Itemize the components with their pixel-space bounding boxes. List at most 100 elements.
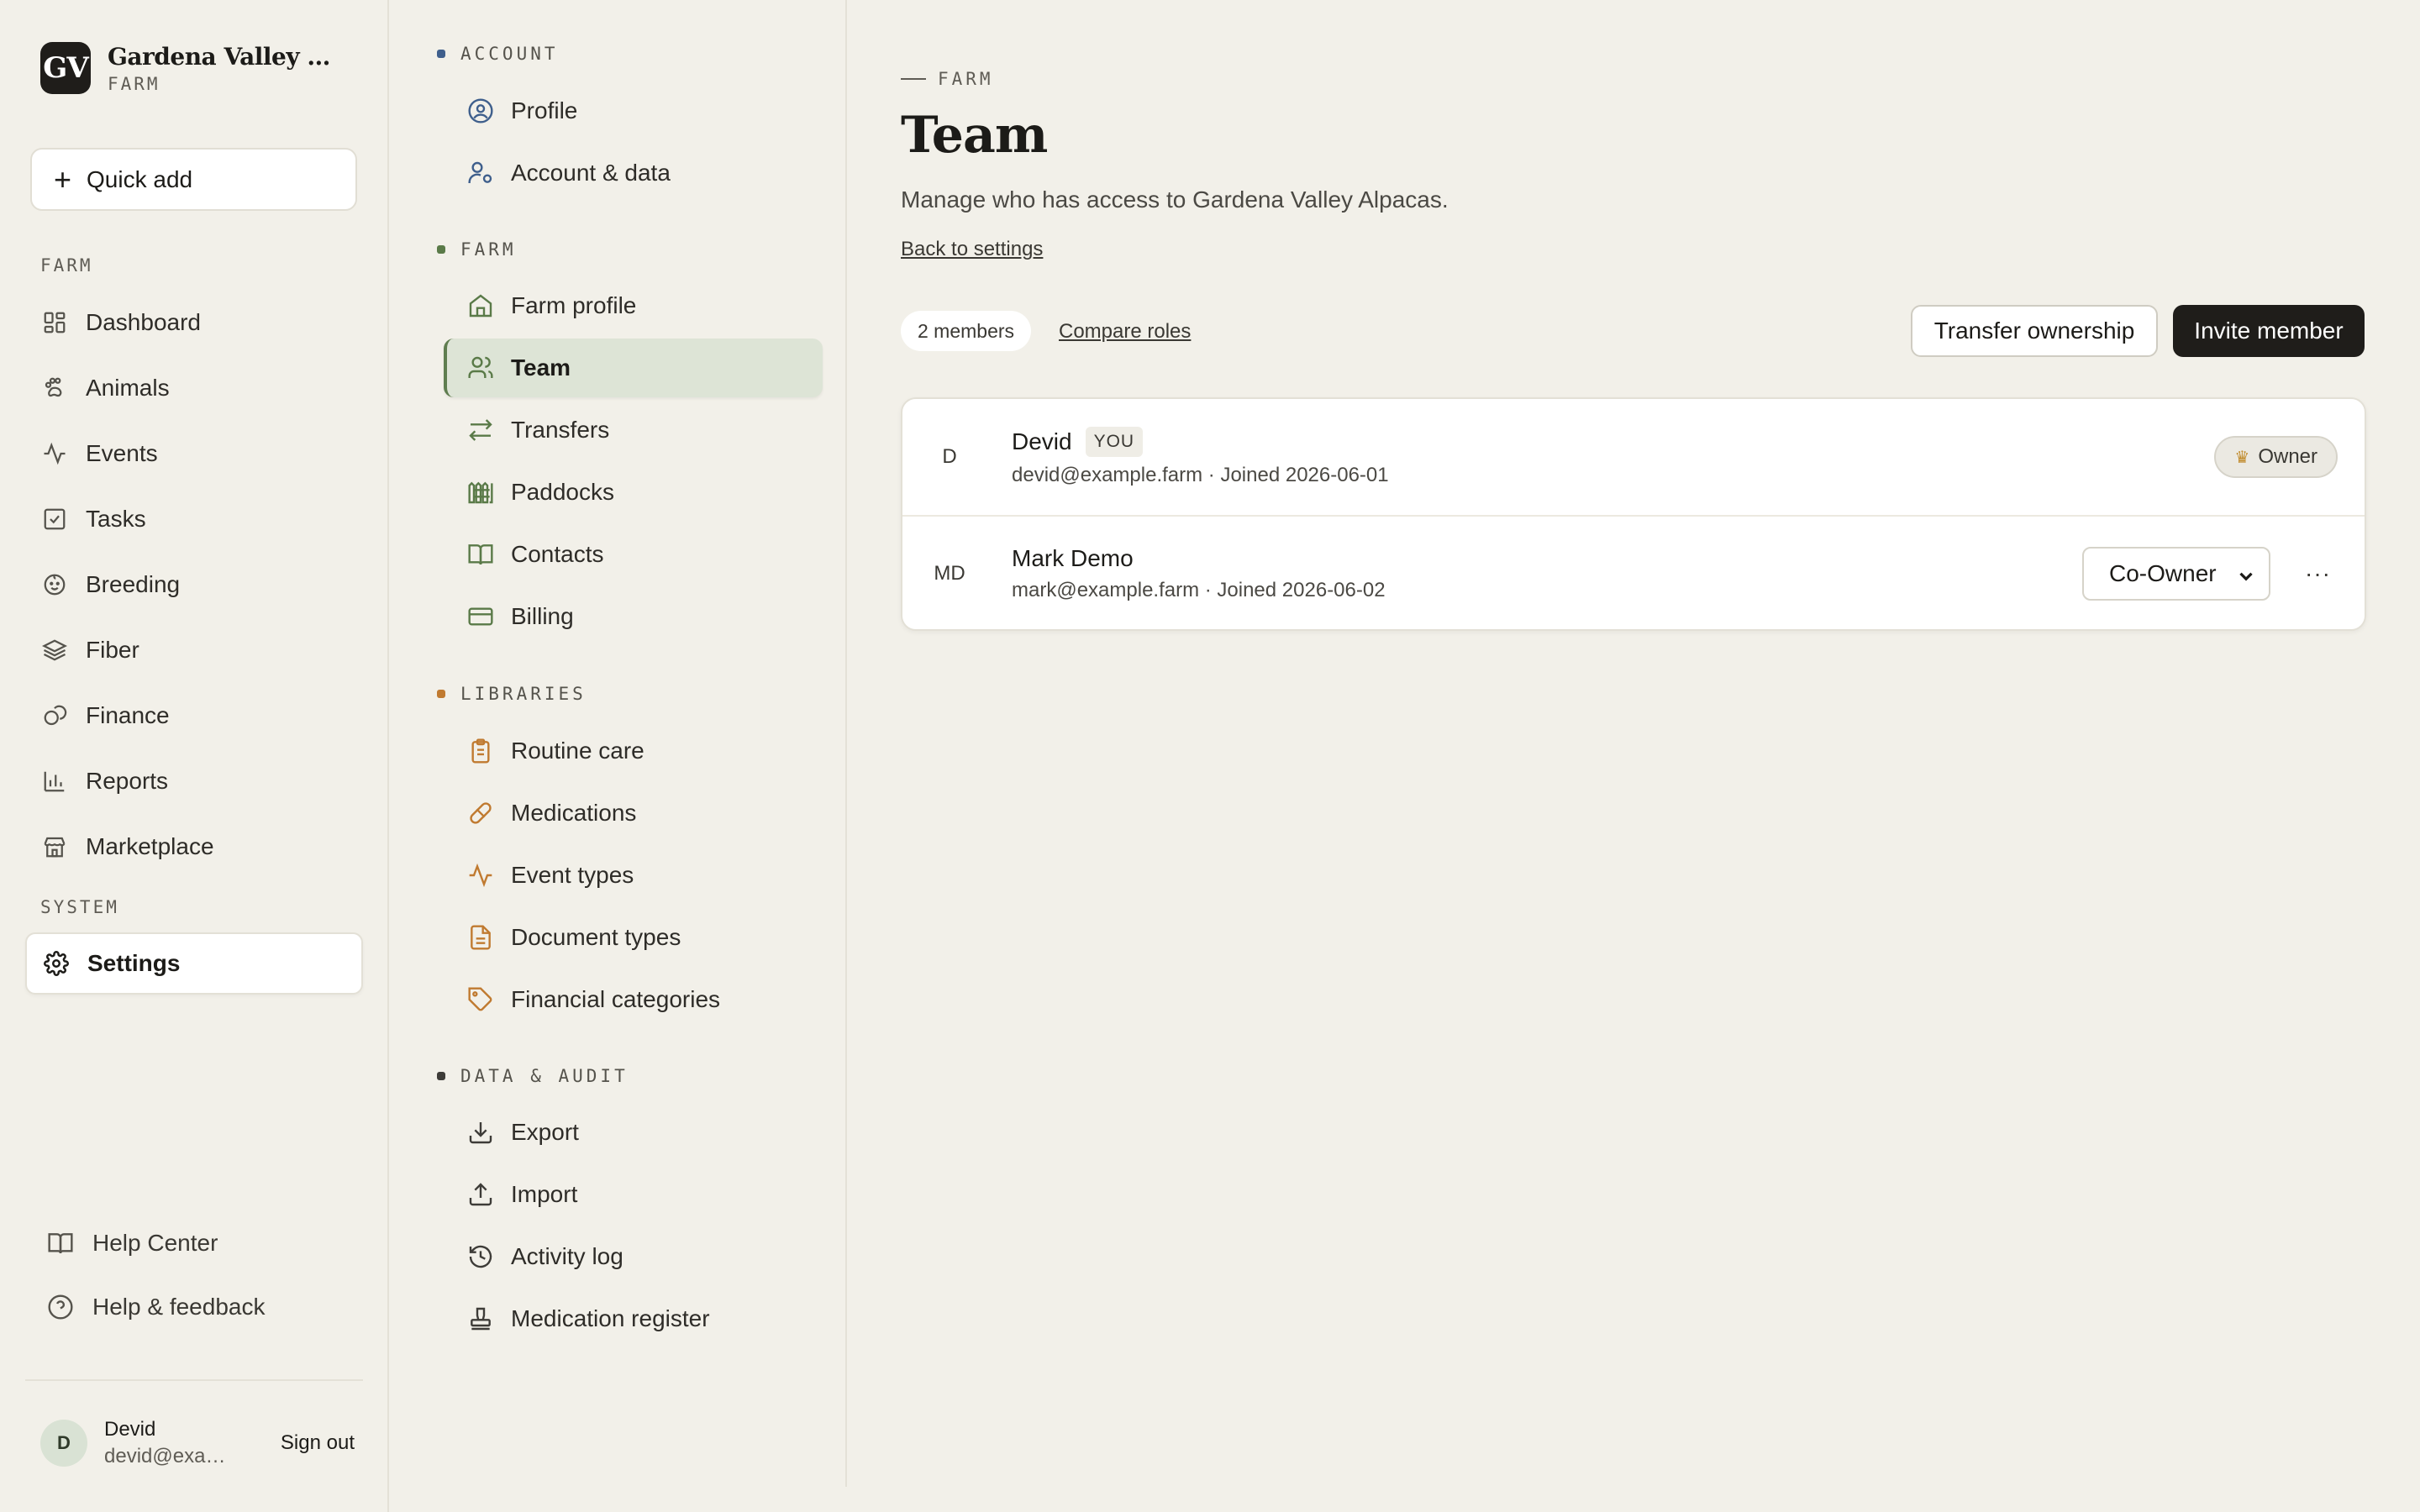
subnav-transfers[interactable]: Transfers [444,401,823,459]
members-list: D Devid YOU devid@example.farm · Joined … [901,397,2366,631]
subnav-farm-profile-label: Farm profile [511,292,637,318]
subnav-contacts-label: Contacts [511,541,604,567]
history-icon [469,1245,492,1268]
farm-logo: GV [40,42,91,94]
quick-add-label: Quick add [87,165,193,192]
subnav-account-data[interactable]: Account & data [444,144,823,202]
member-name: Devid [1012,428,1072,454]
pill-icon [470,802,492,824]
nav-fiber[interactable]: Fiber [25,622,363,679]
nav-marketplace-label: Marketplace [86,833,214,859]
member-meta: mark@example.farm · Joined 2026-06-02 [1012,579,1386,601]
chevron-down-icon [2239,572,2253,581]
nav-animals[interactable]: Animals [25,360,363,417]
layers-icon [42,639,67,661]
upload-icon [469,1183,492,1206]
help-circle-icon [48,1294,73,1320]
help-feedback-link[interactable]: Help & feedback [34,1282,265,1332]
subnav-paddocks[interactable]: Paddocks [444,463,823,522]
subnav-import[interactable]: Import [444,1165,823,1224]
crown-icon: ♛ [2234,448,2250,467]
nav-dashboard[interactable]: Dashboard [25,294,363,351]
compare-roles-link[interactable]: Compare roles [1059,320,1191,344]
subnav-team[interactable]: Team [444,339,823,397]
more-actions-button[interactable]: ··· [2305,562,2331,585]
book-icon [48,1233,73,1254]
farm-section-label: FARM [437,239,517,260]
coins-icon [44,705,67,726]
activity-icon [44,442,66,465]
subnav-paddocks-label: Paddocks [511,479,614,505]
checkbox-icon [44,508,66,530]
avatar: D [40,1420,87,1467]
sign-out-button[interactable]: Sign out [281,1431,355,1455]
subnav-routine-care[interactable]: Routine care [444,722,823,780]
subnav-document-types[interactable]: Document types [444,908,823,967]
nav-finance[interactable]: Finance [25,687,363,744]
nav-breeding[interactable]: Breeding [25,556,363,613]
subnav-event-types-label: Event types [511,862,634,888]
role-select[interactable]: Co-Owner [2082,547,2270,601]
subnav-financial-categories[interactable]: Financial categories [444,970,823,1029]
subnav-export[interactable]: Export [444,1103,823,1162]
main-sidebar: GV Gardena Valley Alpacas FARM + Quick a… [0,0,389,1512]
member-name: Mark Demo [1012,545,1134,571]
quick-add-button[interactable]: + Quick add [30,148,357,211]
subnav-farm-profile[interactable]: Farm profile [444,276,823,335]
fence-icon [468,481,493,504]
nav-events-label: Events [86,440,158,466]
transfer-ownership-button[interactable]: Transfer ownership [1911,305,2158,357]
arrows-exchange-icon [469,419,492,441]
nav-tasks-label: Tasks [86,506,146,532]
data-audit-section-text: DATA & AUDIT [460,1066,629,1086]
member-avatar: D [942,445,957,468]
invite-member-button[interactable]: Invite member [2173,305,2365,357]
subnav-contacts[interactable]: Contacts [444,525,823,584]
settings-subnav: ACCOUNT Profile Account & data FARM Farm… [391,0,847,1487]
nav-finance-label: Finance [86,702,170,728]
nav-dashboard-label: Dashboard [86,309,201,335]
stamp-icon [471,1307,491,1331]
team-page: FARM Team Manage who has access to Garde… [901,0,2420,1512]
help-center-link[interactable]: Help Center [34,1218,218,1268]
subnav-billing[interactable]: Billing [444,587,823,646]
subnav-document-types-label: Document types [511,924,681,950]
subnav-profile[interactable]: Profile [444,81,823,140]
nav-tasks[interactable]: Tasks [25,491,363,548]
farm-switcher[interactable]: GV Gardena Valley Alpacas FARM [40,42,345,94]
nav-reports-label: Reports [86,768,169,794]
nav-breeding-label: Breeding [86,571,181,597]
subnav-medication-register-label: Medication register [511,1305,710,1331]
tag-icon [468,987,492,1011]
section-dot [437,690,445,698]
subnav-activity-log[interactable]: Activity log [444,1227,823,1286]
nav-settings[interactable]: Settings [25,932,363,995]
user-email: devid@example.farm [104,1445,230,1467]
system-section-label: SYSTEM [40,897,119,917]
subnav-financial-categories-label: Financial categories [511,986,721,1012]
paw-icon [45,377,62,397]
page-title: Team [901,106,1048,165]
nav-events[interactable]: Events [25,425,363,482]
nav-reports[interactable]: Reports [25,753,363,810]
member-row: MD Mark Demo mark@example.farm · Joined … [902,515,2365,629]
back-to-settings-link[interactable]: Back to settings [901,238,1043,261]
activity-icon [469,863,492,888]
user-name: Devid [104,1418,156,1441]
subnav-activity-log-label: Activity log [511,1243,623,1269]
baby-icon [44,574,66,596]
subnav-event-types[interactable]: Event types [444,846,823,905]
you-badge: YOU [1085,427,1144,457]
dashboard-icon [44,312,66,333]
owner-role-badge: ♛ Owner [2214,436,2338,478]
subnav-medications[interactable]: Medications [444,784,823,843]
subnav-medication-register[interactable]: Medication register [444,1289,823,1348]
nav-marketplace[interactable]: Marketplace [25,818,363,875]
farm-section-text: FARM [460,239,517,260]
subnav-team-label: Team [511,354,571,381]
nav-settings-label: Settings [87,950,181,976]
role-select-value: Co-Owner [2109,560,2217,586]
user-menu: D Devid devid@example.farm Sign out [40,1418,360,1468]
data-audit-section-label: DATA & AUDIT [437,1066,629,1086]
section-dot [437,50,445,58]
